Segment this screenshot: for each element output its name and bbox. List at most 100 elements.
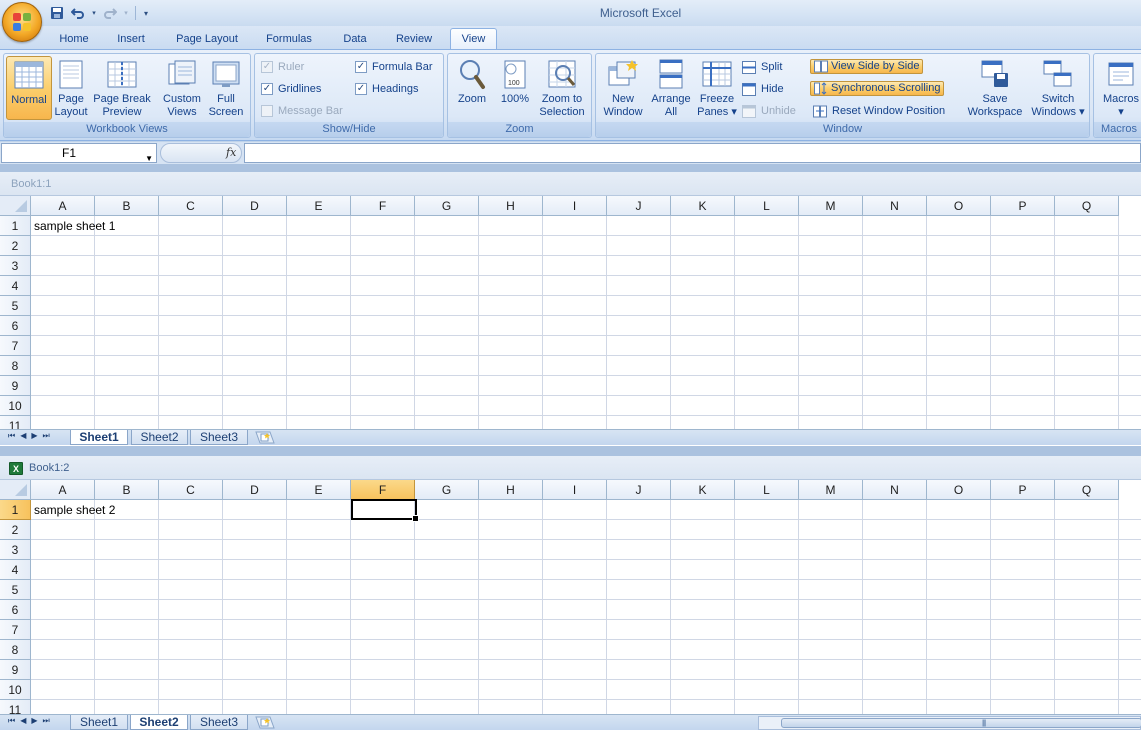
full-screen-button[interactable]: Full Screen xyxy=(206,56,246,120)
zoom-100-button[interactable]: 100 100% xyxy=(496,56,534,120)
undo-dropdown-icon[interactable]: ▾ xyxy=(90,5,98,21)
column-header-g[interactable]: G xyxy=(415,480,479,500)
column-header-b[interactable]: B xyxy=(95,196,159,216)
row-header-6[interactable]: 6 xyxy=(0,316,31,336)
row-header-10[interactable]: 10 xyxy=(0,680,31,700)
formula-bar-checkbox[interactable]: ✓ Formula Bar xyxy=(355,58,433,76)
cells-1[interactable] xyxy=(31,216,1141,430)
column-header-b[interactable]: B xyxy=(95,480,159,500)
scrollbar-thumb[interactable]: |||| xyxy=(781,718,1141,728)
tab-home[interactable]: Home xyxy=(50,30,98,50)
row-header-8[interactable]: 8 xyxy=(0,640,31,660)
column-header-a[interactable]: A xyxy=(31,196,95,216)
prev-sheet-icon-2[interactable]: ◀ xyxy=(20,716,26,726)
sheet-tab-sheet3[interactable]: Sheet3 xyxy=(190,430,248,445)
next-sheet-icon-2[interactable]: ▶ xyxy=(31,716,37,726)
save-icon[interactable] xyxy=(48,5,66,21)
save-workspace-button[interactable]: Save Workspace xyxy=(964,56,1026,120)
column-header-e[interactable]: E xyxy=(287,196,351,216)
cell-a1-sheet1[interactable]: sample sheet 1 xyxy=(34,216,115,236)
column-header-l[interactable]: L xyxy=(735,480,799,500)
row-header-10[interactable]: 10 xyxy=(0,396,31,416)
row-header-1[interactable]: 1 xyxy=(0,216,31,236)
row-header-3[interactable]: 3 xyxy=(0,256,31,276)
synchronous-scrolling-button[interactable]: Synchronous Scrolling xyxy=(810,79,945,97)
row-header-5[interactable]: 5 xyxy=(0,580,31,600)
last-sheet-icon-2[interactable]: ⏭ xyxy=(43,716,50,726)
column-header-f[interactable]: F xyxy=(351,196,415,216)
first-sheet-icon-2[interactable]: ⏮ xyxy=(8,716,15,726)
last-sheet-icon[interactable]: ⏭ xyxy=(43,431,50,441)
gridlines-checkbox[interactable]: ✓ Gridlines xyxy=(261,80,321,98)
customize-qat-icon[interactable]: ▾ xyxy=(141,5,151,21)
insert-function-icon[interactable]: fx xyxy=(226,146,236,159)
zoom-to-selection-button[interactable]: Zoom to Selection xyxy=(536,56,588,120)
column-header-o[interactable]: O xyxy=(927,196,991,216)
tab-data[interactable]: Data xyxy=(332,30,378,50)
column-header-f[interactable]: F xyxy=(351,480,415,500)
sheet-tab-sheet1[interactable]: Sheet1 xyxy=(70,430,128,445)
column-header-p[interactable]: P xyxy=(991,480,1055,500)
column-header-c[interactable]: C xyxy=(159,480,223,500)
row-header-9[interactable]: 9 xyxy=(0,660,31,680)
column-header-i[interactable]: I xyxy=(543,196,607,216)
column-header-k[interactable]: K xyxy=(671,196,735,216)
unhide-button[interactable]: Unhide xyxy=(742,102,796,120)
switch-windows-button[interactable]: Switch Windows ▾ xyxy=(1028,56,1088,120)
sheet-tab-sheet1-w2[interactable]: Sheet1 xyxy=(70,715,128,730)
column-header-p[interactable]: P xyxy=(991,196,1055,216)
sheet-tab-sheet3-w2[interactable]: Sheet3 xyxy=(190,715,248,730)
column-header-q[interactable]: Q xyxy=(1055,480,1119,500)
column-header-j[interactable]: J xyxy=(607,196,671,216)
sheet-tab-sheet2-w2[interactable]: Sheet2 xyxy=(130,715,188,730)
tab-insert[interactable]: Insert xyxy=(106,30,156,50)
new-window-button[interactable]: New Window xyxy=(600,56,646,120)
zoom-button[interactable]: Zoom xyxy=(452,56,492,120)
first-sheet-icon[interactable]: ⏮ xyxy=(8,431,15,441)
page-break-preview-button[interactable]: Page Break Preview xyxy=(90,56,154,120)
formula-input[interactable] xyxy=(244,143,1141,163)
active-cell-f1[interactable] xyxy=(351,499,419,522)
column-header-h[interactable]: H xyxy=(479,196,543,216)
insert-sheet-icon[interactable] xyxy=(254,431,276,444)
column-header-l[interactable]: L xyxy=(735,196,799,216)
headings-checkbox[interactable]: ✓ Headings xyxy=(355,80,418,98)
select-all-corner[interactable] xyxy=(0,196,31,216)
macros-button[interactable]: Macros ▾ xyxy=(1098,56,1141,120)
row-header-2[interactable]: 2 xyxy=(0,520,31,540)
cells-2[interactable] xyxy=(31,500,1141,722)
office-button[interactable] xyxy=(2,2,42,42)
column-header-j[interactable]: J xyxy=(607,480,671,500)
column-header-o[interactable]: O xyxy=(927,480,991,500)
row-header-1[interactable]: 1 xyxy=(0,500,31,520)
redo-icon[interactable] xyxy=(101,5,119,21)
row-header-2[interactable]: 2 xyxy=(0,236,31,256)
tab-formulas[interactable]: Formulas xyxy=(256,30,322,50)
cell-a1-sheet2[interactable]: sample sheet 2 xyxy=(34,500,115,520)
prev-sheet-icon[interactable]: ◀ xyxy=(20,431,26,441)
reset-window-position-button[interactable]: Reset Window Position xyxy=(813,102,945,120)
column-header-q[interactable]: Q xyxy=(1055,196,1119,216)
custom-views-button[interactable]: Custom Views xyxy=(160,56,204,120)
tab-review[interactable]: Review xyxy=(388,30,440,50)
split-button[interactable]: Split xyxy=(742,58,782,76)
column-header-a[interactable]: A xyxy=(31,480,95,500)
ruler-checkbox[interactable]: ✓ Ruler xyxy=(261,58,304,76)
column-header-m[interactable]: M xyxy=(799,196,863,216)
hide-button[interactable]: Hide xyxy=(742,80,784,98)
horizontal-scrollbar[interactable]: |||| xyxy=(758,716,1141,730)
tab-view[interactable]: View xyxy=(450,28,497,51)
row-header-7[interactable]: 7 xyxy=(0,620,31,640)
sheet-tab-sheet2[interactable]: Sheet2 xyxy=(131,430,188,445)
redo-dropdown-icon[interactable]: ▾ xyxy=(122,5,130,21)
window-1-title[interactable]: Book1:1 xyxy=(0,172,1141,196)
column-header-d[interactable]: D xyxy=(223,480,287,500)
insert-sheet-icon-2[interactable] xyxy=(254,716,276,729)
message-bar-checkbox[interactable]: Message Bar xyxy=(261,102,343,120)
arrange-all-button[interactable]: Arrange All xyxy=(648,56,694,120)
row-header-8[interactable]: 8 xyxy=(0,356,31,376)
freeze-panes-button[interactable]: Freeze Panes ▾ xyxy=(696,56,738,120)
column-header-m[interactable]: M xyxy=(799,480,863,500)
view-side-by-side-button[interactable]: View Side by Side xyxy=(810,57,924,75)
window-2-title[interactable]: Book1:2 xyxy=(0,456,1141,481)
